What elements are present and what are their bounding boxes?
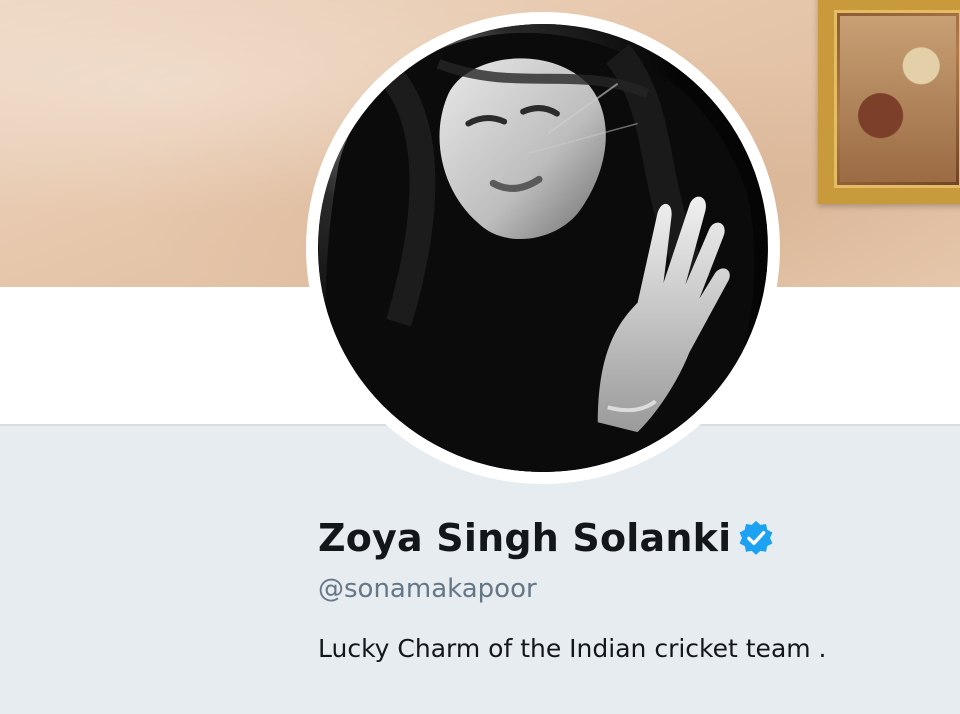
profile-card: Zoya Singh Solanki @sonamakapoor Lucky C… bbox=[318, 508, 938, 663]
profile-bio: Lucky Charm of the Indian cricket team . bbox=[318, 634, 827, 663]
banner-painting bbox=[840, 16, 956, 182]
avatar-photo bbox=[319, 24, 767, 472]
avatar[interactable] bbox=[306, 12, 780, 484]
name-row: Zoya Singh Solanki bbox=[318, 508, 938, 568]
display-name[interactable]: Zoya Singh Solanki bbox=[318, 516, 731, 560]
verified-badge-icon bbox=[739, 520, 773, 555]
banner-picture-frame bbox=[818, 0, 960, 204]
profile-handle[interactable]: @sonamakapoor bbox=[318, 574, 938, 604]
